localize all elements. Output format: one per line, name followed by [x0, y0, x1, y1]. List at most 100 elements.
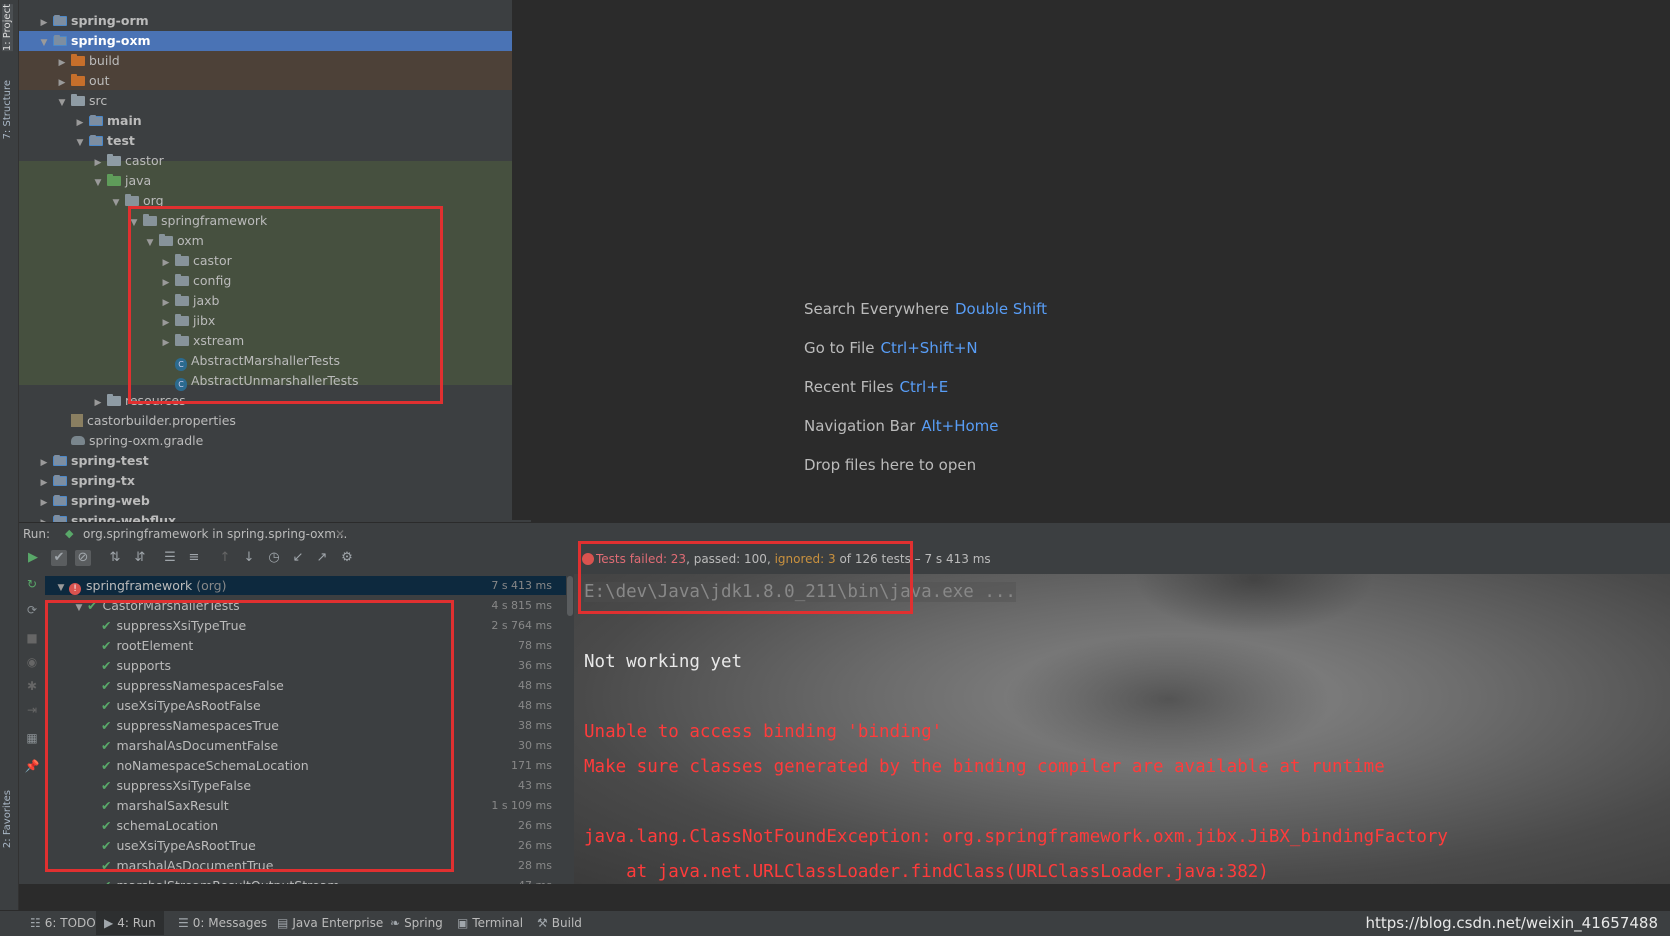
- stop-icon[interactable]: ■: [24, 630, 40, 646]
- tab-project[interactable]: 1: Project: [2, 4, 13, 52]
- project-tree-item[interactable]: ▼ springframework: [127, 211, 268, 233]
- test-row[interactable]: ▼! springframework (org): [53, 576, 227, 595]
- test-tree-scrollbar[interactable]: [566, 574, 574, 884]
- project-tree-item[interactable]: ▶ resources: [91, 391, 186, 411]
- bottom-tab[interactable]: ⚒ Build: [537, 911, 582, 935]
- bottom-tab[interactable]: ▤ Java Enterprise: [277, 911, 383, 935]
- project-tree-item[interactable]: castorbuilder.properties: [55, 411, 236, 431]
- project-tree-item[interactable]: ▼ src: [55, 91, 108, 113]
- test-row[interactable]: ✔ marshalStreamResultOutputStream: [101, 876, 340, 884]
- tab-favorites[interactable]: 2: Favorites: [2, 790, 13, 848]
- project-tree-item[interactable]: ▶ out: [55, 71, 110, 93]
- project-tree-item[interactable]: C AbstractUnmarshallerTests: [159, 371, 359, 391]
- project-tree-item[interactable]: ▼ spring-oxm: [19, 31, 531, 51]
- project-tree-item[interactable]: ▼ test: [73, 131, 135, 151]
- project-tree-item[interactable]: spring-oxm.gradle: [55, 431, 203, 451]
- expand-all-icon[interactable]: ☰: [162, 550, 178, 566]
- sort-duration-icon[interactable]: ⇵: [132, 550, 148, 566]
- bottom-tab[interactable]: ☷ 6: TODO: [30, 911, 96, 935]
- chevron-down-icon[interactable]: ▼: [71, 599, 87, 618]
- collapse-all-icon[interactable]: ≡: [186, 550, 202, 566]
- import-tests-icon[interactable]: ↙: [290, 550, 306, 566]
- test-row[interactable]: ✔ useXsiTypeAsRootTrue: [101, 836, 256, 855]
- project-tree-item[interactable]: ▶ jibx: [159, 311, 216, 333]
- chevron-right-icon[interactable]: ▶: [159, 273, 173, 293]
- project-tree-item[interactable]: C AbstractMarshallerTests: [159, 351, 340, 371]
- hint-shortcut[interactable]: Alt+Home: [921, 417, 998, 435]
- test-row[interactable]: ✔ marshalAsDocumentTrue: [101, 856, 273, 875]
- next-failed-icon[interactable]: ↓: [241, 550, 257, 566]
- dump-threads-icon[interactable]: ◉: [24, 654, 40, 670]
- show-passed-icon[interactable]: ✔: [51, 550, 67, 566]
- chevron-right-icon[interactable]: ▶: [55, 53, 69, 73]
- project-tree-item[interactable]: ▶ jaxb: [159, 291, 220, 313]
- chevron-down-icon[interactable]: ▼: [55, 93, 69, 113]
- chevron-right-icon[interactable]: ▶: [159, 293, 173, 313]
- hint-shortcut[interactable]: Double Shift: [955, 300, 1047, 318]
- prev-failed-icon[interactable]: ↑: [217, 550, 233, 566]
- chevron-down-icon[interactable]: ▼: [91, 173, 105, 193]
- bottom-tab[interactable]: ▶ 4: Run: [96, 911, 164, 935]
- project-tree-item[interactable]: ▶ castor: [159, 251, 232, 271]
- chevron-down-icon[interactable]: ▼: [37, 33, 51, 53]
- chevron-right-icon[interactable]: ▶: [37, 473, 51, 493]
- test-row[interactable]: ▼ ✔ CastorMarshallerTests: [71, 596, 240, 615]
- hint-shortcut[interactable]: Ctrl+E: [900, 378, 949, 396]
- chevron-right-icon[interactable]: ▶: [55, 73, 69, 93]
- chevron-right-icon[interactable]: ▶: [159, 313, 173, 333]
- bottom-tab[interactable]: ☰ 0: Messages: [178, 911, 267, 935]
- settings-icon[interactable]: ⚙: [339, 550, 355, 566]
- project-tree-item[interactable]: ▶ spring-web: [37, 491, 150, 511]
- hint-shortcut[interactable]: Ctrl+Shift+N: [881, 339, 978, 357]
- sort-alpha-icon[interactable]: ⇅: [107, 550, 123, 566]
- project-tree-item[interactable]: ▶ build: [55, 51, 120, 71]
- test-row[interactable]: ✔ marshalAsDocumentFalse: [101, 736, 278, 755]
- chevron-down-icon[interactable]: ▼: [73, 133, 87, 153]
- chevron-right-icon[interactable]: ▶: [91, 153, 105, 173]
- chevron-right-icon[interactable]: ▶: [37, 13, 51, 33]
- project-tree-item[interactable]: ▼ java: [91, 171, 152, 193]
- test-row[interactable]: ✔ schemaLocation: [101, 816, 218, 835]
- tab-structure[interactable]: 7: Structure: [2, 80, 13, 139]
- chevron-right-icon[interactable]: ▶: [159, 253, 173, 273]
- test-row[interactable]: ✔ marshalSaxResult: [101, 796, 229, 815]
- chevron-right-icon[interactable]: ▶: [91, 393, 105, 413]
- project-tree-item[interactable]: ▼ org: [109, 191, 164, 211]
- chevron-right-icon[interactable]: ▶: [37, 453, 51, 473]
- project-tree-item[interactable]: ▶ spring-tx: [37, 471, 135, 491]
- bottom-tab[interactable]: ▣ Terminal: [457, 911, 523, 935]
- chevron-right-icon[interactable]: ▶: [73, 113, 87, 133]
- history-icon[interactable]: ◷: [266, 550, 282, 566]
- test-row[interactable]: ✔ useXsiTypeAsRootFalse: [101, 696, 261, 715]
- close-icon[interactable]: ✕: [335, 523, 345, 545]
- exit-icon[interactable]: ⇥: [24, 702, 40, 718]
- project-tree-item[interactable]: ▶ main: [73, 111, 142, 131]
- project-tree-item[interactable]: ▶ castor: [91, 151, 164, 171]
- test-row[interactable]: ✔ suppressXsiTypeTrue: [101, 616, 246, 635]
- project-tree-item[interactable]: ▶ spring-orm: [37, 11, 149, 31]
- chevron-down-icon[interactable]: ▼: [109, 193, 123, 213]
- test-row[interactable]: ✔ suppressXsiTypeFalse: [101, 776, 251, 795]
- test-row[interactable]: ✔ noNamespaceSchemaLocation: [101, 756, 309, 775]
- export-tests-icon[interactable]: ↗: [314, 550, 330, 566]
- project-tree-item[interactable]: ▶ xstream: [159, 331, 245, 353]
- chevron-down-icon[interactable]: ▼: [127, 213, 141, 233]
- chevron-right-icon[interactable]: ▶: [37, 493, 51, 513]
- chevron-down-icon[interactable]: ▼: [143, 233, 157, 253]
- project-tree-item[interactable]: ▼ oxm: [143, 231, 204, 251]
- test-row[interactable]: ✔ supports: [101, 656, 171, 675]
- pin-icon[interactable]: 📌: [24, 758, 40, 774]
- rerun-failed-icon[interactable]: ↻: [24, 576, 40, 592]
- layout-icon[interactable]: ▦: [24, 730, 40, 746]
- test-row[interactable]: ✔ suppressNamespacesTrue: [101, 716, 279, 735]
- debug-icon[interactable]: ✱: [24, 678, 40, 694]
- console-output[interactable]: Tests failed: 23, passed: 100, ignored: …: [574, 544, 1670, 884]
- project-tree-item[interactable]: ▶ config: [159, 271, 232, 293]
- chevron-right-icon[interactable]: ▶: [159, 333, 173, 353]
- bottom-tab[interactable]: ❧ Spring: [390, 911, 443, 935]
- toggle-auto-test-icon[interactable]: ⟳: [24, 602, 40, 618]
- project-tree-item[interactable]: ▶ spring-test: [37, 451, 149, 471]
- test-row[interactable]: ✔ rootElement: [101, 636, 193, 655]
- rerun-icon[interactable]: ▶: [25, 550, 41, 566]
- show-ignored-icon[interactable]: ⊘: [75, 550, 91, 566]
